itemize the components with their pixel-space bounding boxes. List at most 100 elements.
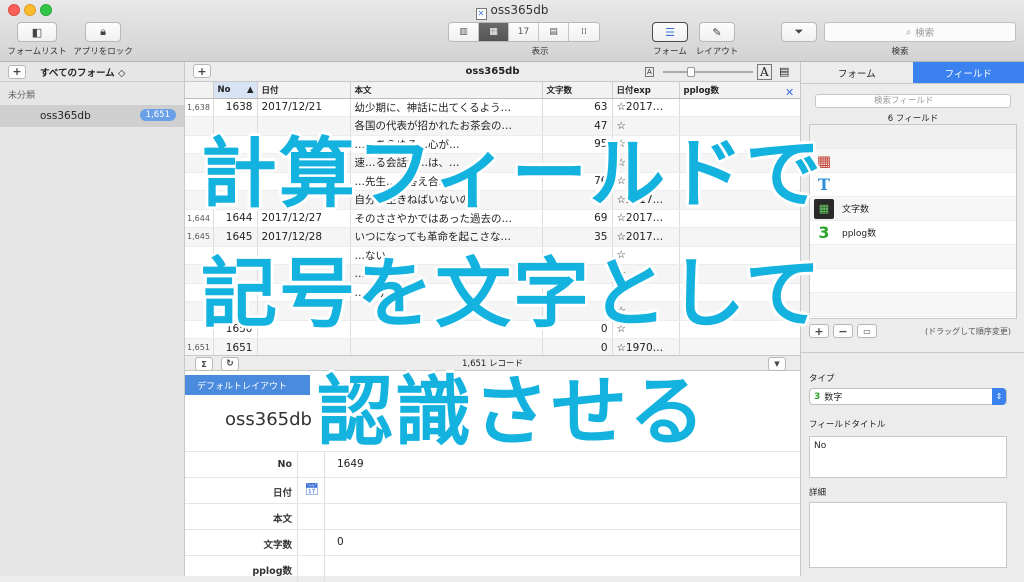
table-row[interactable]: …、あらゆる…心が…95☆ [185, 135, 800, 154]
table-cell[interactable]: 69 [542, 209, 612, 228]
form-field-value[interactable]: 1649 [337, 458, 364, 470]
table-cell[interactable] [213, 302, 257, 321]
grid-icon[interactable]: ⁞⁞ [569, 23, 599, 41]
table-cell[interactable] [542, 302, 612, 321]
remove-field-button[interactable]: − [833, 324, 853, 338]
table-cell[interactable]: ☆ [612, 135, 679, 154]
field-search-input[interactable]: 検索フィールド [815, 94, 1011, 108]
close-table-icon[interactable]: ✕ [785, 86, 794, 99]
table-row[interactable]: 速…る会話が…は、…☆ [185, 154, 800, 173]
table-cell[interactable]: 各国の代表が招かれたお茶会の… [350, 117, 542, 136]
add-form-button[interactable]: + [8, 65, 26, 79]
table-cell[interactable]: 76 [542, 172, 612, 191]
table-cell[interactable]: 自分は生きねばいないの… [350, 191, 542, 210]
column-header-date-exp[interactable]: 日付exp [612, 82, 679, 98]
table-cell[interactable] [185, 283, 213, 302]
table-cell[interactable]: …、あらゆる…心が… [350, 135, 542, 154]
table-cell[interactable] [257, 191, 350, 210]
refresh-icon[interactable]: ↻ [221, 357, 239, 371]
detail-textarea[interactable] [809, 502, 1007, 568]
table-cell[interactable] [542, 154, 612, 173]
table-cell[interactable]: 2017/12/28 [257, 228, 350, 247]
table-cell[interactable]: ☆ [612, 246, 679, 265]
table-cell[interactable] [257, 172, 350, 191]
table-cell[interactable] [257, 265, 350, 284]
table-cell[interactable]: 35 [542, 228, 612, 247]
form-button[interactable]: ☰ [652, 22, 688, 42]
table-cell[interactable]: ☆2017… [612, 191, 679, 210]
column-header-date[interactable]: 日付 [257, 82, 350, 98]
type-select[interactable]: 3 数字 ⇕ [809, 388, 1007, 405]
table-row[interactable]: …かけ…☆ [185, 283, 800, 302]
table-cell[interactable] [679, 320, 800, 339]
table-cell[interactable]: そのささやかではあった過去の… [350, 209, 542, 228]
table-cell[interactable] [185, 191, 213, 210]
table-cell[interactable]: 1,638 [185, 98, 213, 117]
table-cell[interactable]: ☆ [612, 172, 679, 191]
table-cell[interactable] [185, 246, 213, 265]
table-cell[interactable] [213, 191, 257, 210]
sidebar-item-oss365db[interactable]: oss365db 1,651 [0, 105, 184, 127]
calendar-icon[interactable]: 📅︎ [304, 482, 319, 496]
layout-tab[interactable]: デフォルトレイアウト [185, 375, 310, 395]
table-cell[interactable] [679, 246, 800, 265]
table-cell[interactable] [185, 154, 213, 173]
column-header-chars[interactable]: 文字数 [542, 82, 612, 98]
table-cell[interactable] [350, 320, 542, 339]
table-cell[interactable]: 1,645 [185, 228, 213, 247]
list-item[interactable]: ▦文字数 [810, 197, 1016, 221]
table-cell[interactable] [185, 320, 213, 339]
table-cell[interactable]: 89 [542, 191, 612, 210]
table-cell[interactable] [542, 246, 612, 265]
table-cell[interactable] [679, 191, 800, 210]
table-cell[interactable]: 幼少期に、神話に出てくるよう… [350, 98, 542, 117]
filter-button[interactable]: ⏷ [781, 22, 817, 42]
table-row[interactable]: 1650 0☆ [185, 320, 800, 339]
table-cell[interactable] [679, 135, 800, 154]
table-cell[interactable] [679, 228, 800, 247]
table-cell[interactable]: ☆ [612, 117, 679, 136]
table-cell[interactable] [679, 117, 800, 136]
table-cell[interactable]: 1638 [213, 98, 257, 117]
table-cell[interactable] [679, 98, 800, 117]
duplicate-field-button[interactable]: ▭ [857, 324, 877, 338]
table-cell[interactable]: ☆ [612, 320, 679, 339]
table-cell[interactable]: …かけ… [350, 283, 542, 302]
table-cell[interactable]: ☆2017… [612, 209, 679, 228]
table-row[interactable]: …☆ [185, 265, 800, 284]
calendar-icon[interactable]: 17 [509, 23, 539, 41]
table-cell[interactable]: 47 [542, 117, 612, 136]
tab-fields[interactable]: フィールド [913, 62, 1024, 83]
search-input[interactable]: ⌕検索 [824, 22, 1016, 42]
table-cell[interactable] [679, 154, 800, 173]
table-cell[interactable] [542, 265, 612, 284]
column-header-no[interactable]: No ▲ [213, 82, 257, 98]
table-row[interactable]: 1,63816382017/12/21幼少期に、神話に出てくるよう…63☆201… [185, 98, 800, 117]
table-cell[interactable] [679, 265, 800, 284]
table-cell[interactable] [185, 135, 213, 154]
table-cell[interactable]: 速…る会話が…は、… [350, 154, 542, 173]
table-cell[interactable] [213, 265, 257, 284]
table-cell[interactable]: 63 [542, 98, 612, 117]
table-cell[interactable] [257, 302, 350, 321]
columns-icon[interactable]: ▥ [449, 23, 479, 41]
table-cell[interactable] [213, 117, 257, 136]
table-cell[interactable] [213, 283, 257, 302]
table-cell[interactable] [185, 117, 213, 136]
sum-icon[interactable]: Σ [195, 357, 213, 371]
layout-button[interactable]: ✎ [699, 22, 735, 42]
column-header[interactable] [185, 82, 213, 98]
table-row[interactable]: 1,64516452017/12/28いつになっても革命を起こさな…35☆201… [185, 228, 800, 247]
table-cell[interactable]: 1,644 [185, 209, 213, 228]
font-size-slider[interactable] [663, 71, 753, 73]
table-cell[interactable]: ☆ [612, 265, 679, 284]
table-cell[interactable]: 1650 [213, 320, 257, 339]
table-cell[interactable] [257, 320, 350, 339]
table-cell[interactable]: いつになっても革命を起こさな… [350, 228, 542, 247]
table-cell[interactable]: ☆2017… [612, 228, 679, 247]
add-field-button[interactable]: + [809, 324, 829, 338]
table-cell[interactable]: 0 [542, 320, 612, 339]
table-icon[interactable]: ▦ [479, 23, 509, 41]
column-header-body[interactable]: 本文 [350, 82, 542, 98]
table-cell[interactable]: 2017/12/21 [257, 98, 350, 117]
